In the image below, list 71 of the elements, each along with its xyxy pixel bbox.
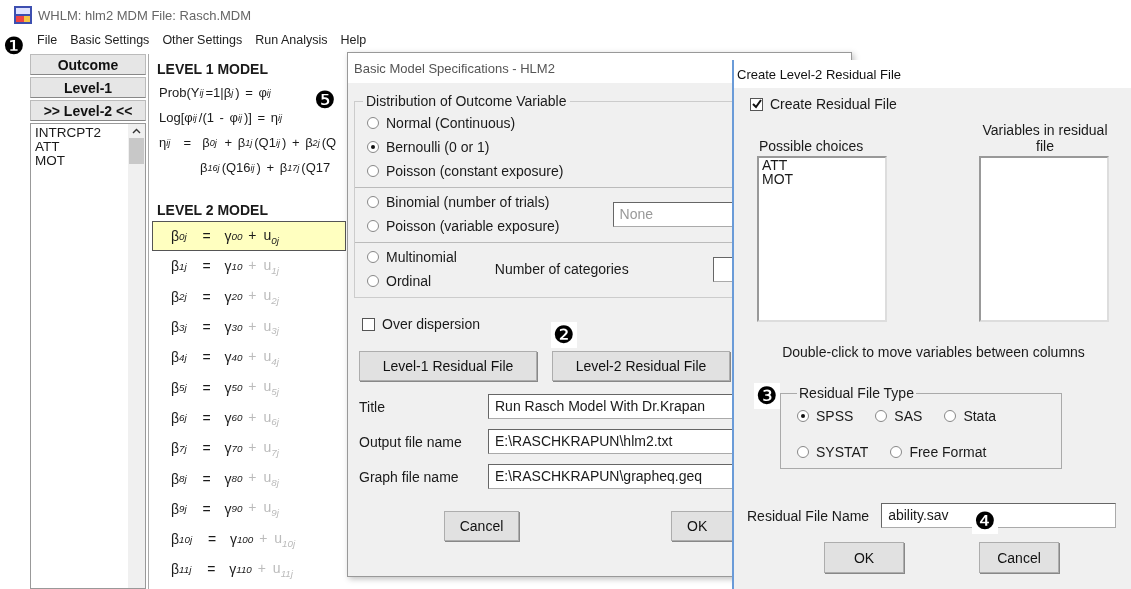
list-item[interactable]: MOT <box>35 154 124 168</box>
app-icon <box>14 6 32 24</box>
option-label: Free Format <box>909 444 987 460</box>
radio-button[interactable] <box>367 251 379 263</box>
menu-item[interactable]: Run Analysis <box>255 33 328 47</box>
radio-button[interactable] <box>797 446 809 458</box>
scrollbar[interactable] <box>128 124 145 588</box>
radio-button[interactable] <box>944 410 957 422</box>
step-marker: ❷ <box>551 322 577 348</box>
radio-button[interactable] <box>367 275 379 287</box>
option-label: Poisson (variable exposure) <box>386 218 560 234</box>
menu-item[interactable]: Basic Settings <box>70 33 150 47</box>
radio-button[interactable] <box>367 196 379 208</box>
variable-list[interactable]: ATT MOT <box>757 156 887 322</box>
list-item[interactable]: MOT <box>762 172 882 186</box>
cancel-button[interactable]: Cancel <box>444 511 519 541</box>
option-label: Poisson (constant exposure) <box>386 163 564 179</box>
option-label: Bernoulli (0 or 1) <box>386 139 490 155</box>
option-label: Ordinal <box>386 273 432 289</box>
list-label: Variables in residual file <box>981 121 1109 156</box>
list-item[interactable]: INTRCPT2 <box>35 126 124 140</box>
variable-list[interactable]: INTRCPT2 ATT MOT <box>30 123 146 589</box>
field-label: Output file name <box>359 433 463 450</box>
option-label: Stata <box>963 408 997 424</box>
field-label: Graph file name <box>359 468 460 485</box>
radio-button[interactable] <box>367 117 379 129</box>
checkbox-label: Over dispersion <box>382 316 481 332</box>
scroll-up-icon[interactable] <box>132 128 141 134</box>
checkbox[interactable] <box>362 317 375 331</box>
radio-button[interactable] <box>367 220 379 232</box>
step-marker: ❹ <box>972 508 998 534</box>
step-marker: ❺ <box>313 87 337 113</box>
residual-file-button[interactable]: Level-1 Residual File <box>359 351 537 381</box>
radio-button[interactable] <box>875 410 888 422</box>
option-label: SPSS <box>816 408 854 424</box>
radio-button[interactable] <box>367 165 379 177</box>
sidebar-tab[interactable]: Outcome <box>30 54 146 75</box>
option-label: SAS <box>894 408 923 424</box>
section-heading: LEVEL 2 MODEL <box>157 201 269 220</box>
sidebar-tab[interactable]: >> Level-2 << <box>30 100 146 121</box>
radio-button[interactable] <box>797 410 809 422</box>
checkbox-label: Create Residual File <box>770 96 897 112</box>
window-title: WHLM: hlm2 MDM File: Rasch.MDM <box>38 7 252 23</box>
option-label: Binomial (number of trials) <box>386 194 550 210</box>
list-label: Possible choices <box>758 137 865 156</box>
option-label: Normal (Continuous) <box>386 115 516 131</box>
menu-item[interactable]: Help <box>340 33 367 47</box>
checkbox[interactable] <box>750 97 763 111</box>
option-label: SYSTAT <box>816 444 869 460</box>
sidebar-tab[interactable]: Level-1 <box>30 77 146 98</box>
field-label: Number of categories <box>494 261 629 277</box>
ok-button[interactable]: OK <box>824 542 904 573</box>
group-title: Distribution of Outcome Variable <box>365 93 568 109</box>
list-item[interactable]: ATT <box>35 140 124 154</box>
radio-button[interactable] <box>367 141 379 153</box>
menu-item[interactable]: Other Settings <box>162 33 243 47</box>
scroll-thumb[interactable] <box>129 138 144 164</box>
option-label: Multinomial <box>386 249 457 265</box>
hint-text: Double-click to move variables between columns <box>781 344 1086 360</box>
variable-list[interactable] <box>979 156 1109 322</box>
field-label: Title <box>359 398 386 415</box>
group-title: Residual File Type <box>798 385 915 401</box>
step-marker: ❶ <box>2 33 26 59</box>
list-item[interactable]: ATT <box>762 158 882 172</box>
section-heading: LEVEL 1 MODEL <box>157 60 269 79</box>
dialog-title: Create Level-2 Residual File <box>734 60 1131 88</box>
cancel-button[interactable]: Cancel <box>979 542 1059 573</box>
radio-button[interactable] <box>890 446 903 458</box>
residual-file-button[interactable]: Level-2 Residual File <box>552 351 730 381</box>
menu-item[interactable]: File <box>37 33 58 47</box>
step-marker: ❸ <box>754 383 780 409</box>
